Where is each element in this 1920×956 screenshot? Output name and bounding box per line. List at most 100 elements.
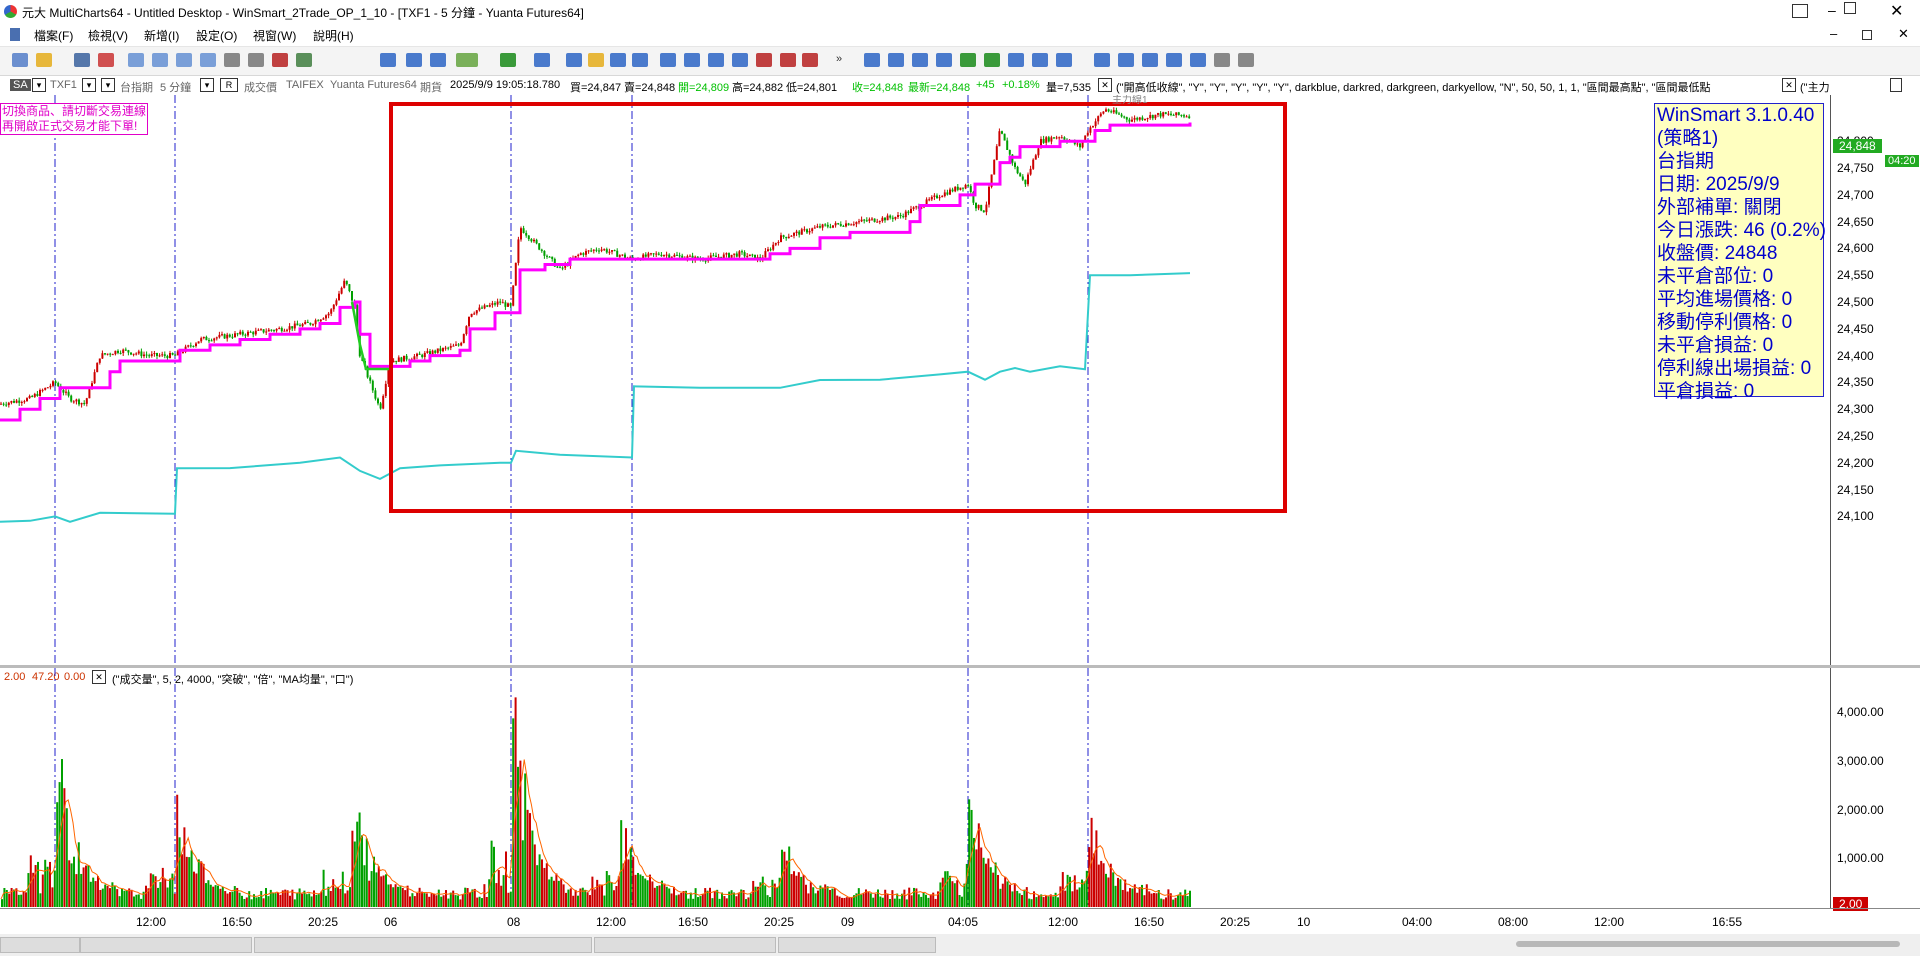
close-button[interactable]: ✕ (1890, 1, 1903, 21)
maximize-button[interactable] (1844, 2, 1856, 14)
dot-chart-icon[interactable] (632, 53, 648, 67)
shift-icon[interactable] (1008, 53, 1024, 67)
line-chart-icon[interactable] (610, 53, 626, 67)
diamond-icon[interactable] (984, 53, 1000, 67)
price-scale[interactable]: 24,80024,75024,70024,65024,60024,55024,5… (1830, 95, 1920, 665)
chart-tab[interactable] (80, 937, 252, 953)
volume-bar (668, 888, 671, 907)
pattern-icon[interactable] (708, 53, 724, 67)
time-tick-label: 12:00 (596, 915, 627, 929)
volume-bar (483, 884, 486, 907)
refresh-icon[interactable] (500, 53, 516, 67)
layout-icon[interactable] (248, 53, 264, 67)
volume-scale[interactable]: 4,000.00 3,000.00 2,000.00 1,000.00 2.00 (1830, 668, 1920, 911)
price-chart[interactable]: 主力線1 (0, 95, 1830, 665)
volume-bar (723, 896, 726, 907)
sa-badge[interactable]: SA (10, 79, 31, 91)
window-icon[interactable] (128, 53, 144, 67)
panel-toggle-icon[interactable] (1890, 78, 1902, 92)
candle-body (543, 250, 546, 256)
restore-desktop-icon[interactable] (1792, 4, 1808, 18)
remove-study-icon[interactable]: ✕ (1782, 78, 1796, 92)
volume-icon[interactable] (756, 53, 772, 67)
print-icon[interactable] (98, 53, 114, 67)
symbol-select-icon[interactable]: ▾ (101, 78, 115, 92)
hand-icon[interactable] (1238, 53, 1254, 67)
mdi-minimize-button[interactable]: – (1830, 26, 1837, 41)
scroll-right-icon[interactable] (888, 53, 904, 67)
report-icon[interactable] (272, 53, 288, 67)
chart-tab[interactable] (594, 937, 776, 953)
window-icon[interactable] (152, 53, 168, 67)
zoom-icon[interactable] (1142, 53, 1158, 67)
indicator-icon[interactable] (380, 53, 396, 67)
symbol-dropdown-icon[interactable]: ▾ (82, 78, 96, 92)
volume-bar (929, 894, 932, 907)
expand-icon[interactable] (936, 53, 952, 67)
mdi-restore-button[interactable] (1862, 30, 1872, 40)
format-icon[interactable] (534, 53, 550, 67)
drawing-tool-icon[interactable] (456, 53, 478, 67)
scroll-thumb[interactable] (1516, 941, 1900, 947)
volume-bar (1186, 896, 1189, 907)
volume-icon[interactable] (802, 53, 818, 67)
open-folder-icon[interactable] (36, 53, 52, 67)
menu-window[interactable]: 視窗(W) (253, 27, 296, 44)
mdi-close-button[interactable]: ✕ (1898, 26, 1909, 42)
chart-tab[interactable] (0, 937, 80, 953)
pattern-icon[interactable] (660, 53, 676, 67)
menu-file[interactable]: 檔案(F) (34, 27, 73, 44)
candle-body (36, 393, 39, 397)
r-button[interactable]: R (220, 78, 238, 92)
minimize-button[interactable]: – (1828, 2, 1836, 18)
volume-bar (877, 889, 879, 907)
sa-dropdown-icon[interactable]: ▾ (32, 78, 46, 92)
hourglass-icon[interactable] (912, 53, 928, 67)
strategy-icon[interactable] (430, 53, 446, 67)
menu-help[interactable]: 說明(H) (313, 27, 354, 44)
shift-icon[interactable] (1056, 53, 1072, 67)
candle-chart-icon[interactable] (588, 53, 604, 67)
interval-dropdown-icon[interactable]: ▾ (200, 78, 214, 92)
scroll-left-icon[interactable] (864, 53, 880, 67)
candle-body (621, 254, 624, 256)
pattern-icon[interactable] (684, 53, 700, 67)
chart-tab[interactable] (778, 937, 936, 953)
window-icon[interactable] (200, 53, 216, 67)
volume-bar (157, 887, 159, 907)
volume-bar (968, 799, 971, 907)
time-axis[interactable]: 12:00 16:50 20:25 06 08 12:00 16:50 20:25 09 04:0… (0, 908, 1920, 935)
save-icon[interactable] (74, 53, 90, 67)
volume-chart[interactable] (0, 668, 1830, 908)
grid-icon[interactable] (296, 53, 312, 67)
up-arrow-icon[interactable] (960, 53, 976, 67)
overflow-chevron-icon[interactable]: » (836, 53, 842, 65)
new-chart-icon[interactable] (12, 53, 28, 67)
info-chg-label: 今日漲跌: (1657, 220, 1739, 241)
menu-view[interactable]: 檢視(V) (88, 27, 128, 44)
volume-icon[interactable] (780, 53, 796, 67)
chart-tab[interactable] (254, 937, 592, 953)
volume-bar (922, 891, 925, 907)
zoom-icon[interactable] (1166, 53, 1182, 67)
volume-bar (1129, 888, 1131, 907)
shift-icon[interactable] (1032, 53, 1048, 67)
volume-bar (728, 891, 731, 907)
layout-icon[interactable] (224, 53, 240, 67)
remove-study-icon[interactable]: ✕ (1098, 78, 1112, 92)
signal-icon[interactable] (406, 53, 422, 67)
candle-body (704, 260, 707, 262)
candle-body (769, 249, 772, 251)
menu-insert[interactable]: 新增(I) (144, 27, 179, 44)
zoom-out-icon[interactable] (1118, 53, 1134, 67)
volume-bar (1009, 884, 1011, 907)
zoom-icon[interactable] (1190, 53, 1206, 67)
bar-chart-icon[interactable] (566, 53, 582, 67)
window-icon[interactable] (176, 53, 192, 67)
cursor-icon[interactable] (1214, 53, 1230, 67)
menu-settings[interactable]: 設定(O) (196, 27, 237, 44)
horizontal-scrollbar[interactable] (0, 934, 1920, 956)
zoom-in-icon[interactable] (1094, 53, 1110, 67)
candle-body (117, 350, 119, 353)
pattern-icon[interactable] (732, 53, 748, 67)
